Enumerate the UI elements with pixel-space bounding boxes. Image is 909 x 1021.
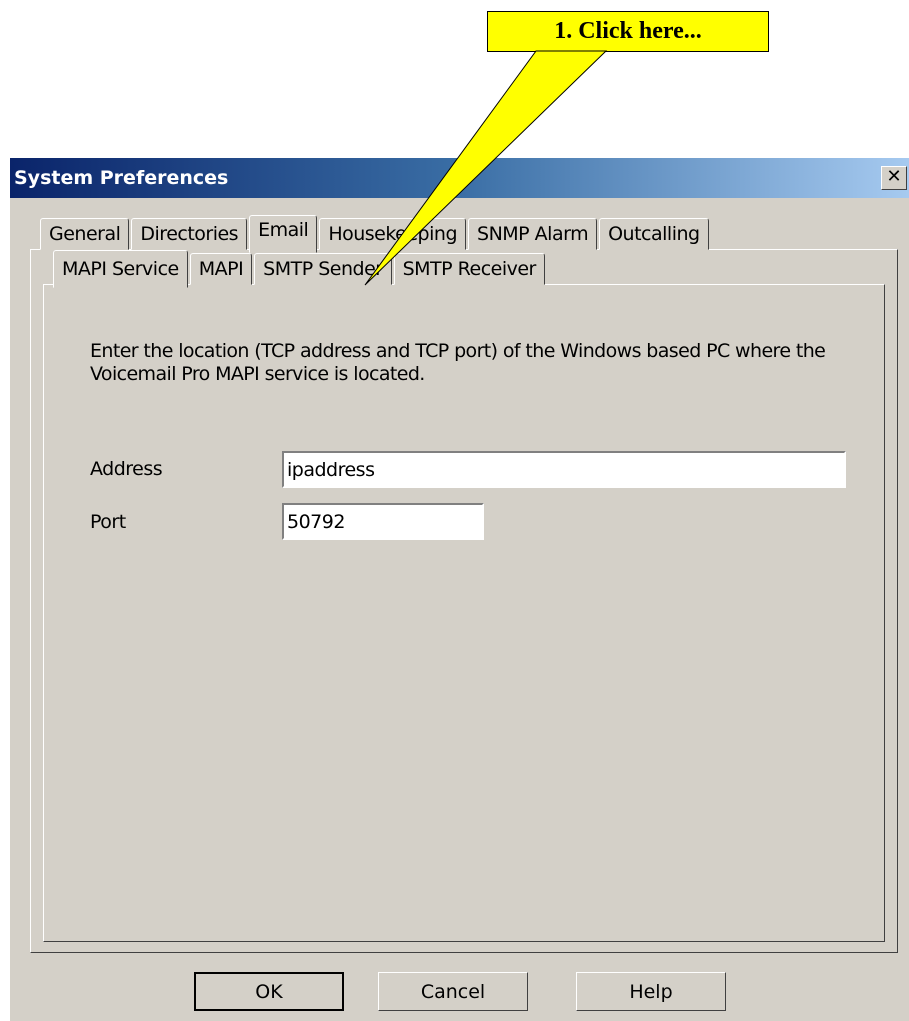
tab-general[interactable]: General <box>40 218 130 250</box>
tab-email[interactable]: Email <box>249 215 318 253</box>
tab-label: SNMP Alarm <box>477 223 589 245</box>
tab-label: General <box>49 223 121 245</box>
tab-label: SMTP Receiver <box>402 258 537 280</box>
tab-outcalling[interactable]: Outcalling <box>599 218 709 250</box>
ok-button[interactable]: OK <box>194 972 344 1011</box>
close-button[interactable]: ✕ <box>881 166 907 190</box>
tab-label: Directories <box>140 223 239 245</box>
tab-label: SMTP Sender <box>263 258 383 280</box>
system-preferences-dialog: System Preferences ✕ General Directories… <box>10 158 909 1021</box>
tab-label: Housekeeping <box>328 223 458 245</box>
dialog-title: System Preferences <box>14 167 229 189</box>
email-sub-tab-strip: MAPI Service MAPI SMTP Sender SMTP Recei… <box>53 250 547 288</box>
mapi-service-description: Enter the location (TCP address and TCP … <box>90 340 826 385</box>
tab-label: Email <box>258 219 309 241</box>
title-bar: System Preferences ✕ <box>10 158 909 198</box>
callout-text: 1. Click here... <box>554 18 702 44</box>
port-input[interactable] <box>282 503 484 540</box>
tab-mapi-service[interactable]: MAPI Service <box>53 250 188 288</box>
tab-label: MAPI Service <box>62 258 179 280</box>
screenshot-stage: System Preferences ✕ General Directories… <box>0 0 909 1021</box>
main-tab-strip: General Directories Email Housekeeping S… <box>40 215 711 253</box>
tab-housekeeping[interactable]: Housekeeping <box>319 218 467 250</box>
tab-label: MAPI <box>198 258 244 280</box>
tab-snmp-alarm[interactable]: SNMP Alarm <box>468 218 598 250</box>
tab-directories[interactable]: Directories <box>131 218 248 250</box>
tab-smtp-receiver[interactable]: SMTP Receiver <box>393 253 545 285</box>
cancel-button[interactable]: Cancel <box>378 972 528 1011</box>
address-label: Address <box>90 458 163 480</box>
tab-mapi[interactable]: MAPI <box>189 253 253 285</box>
tab-smtp-sender[interactable]: SMTP Sender <box>254 253 392 285</box>
address-input[interactable] <box>282 451 846 488</box>
callout-box: 1. Click here... <box>487 11 769 52</box>
help-button[interactable]: Help <box>576 972 726 1011</box>
tab-label: Outcalling <box>608 223 700 245</box>
close-icon: ✕ <box>886 166 902 187</box>
port-label: Port <box>90 511 126 533</box>
